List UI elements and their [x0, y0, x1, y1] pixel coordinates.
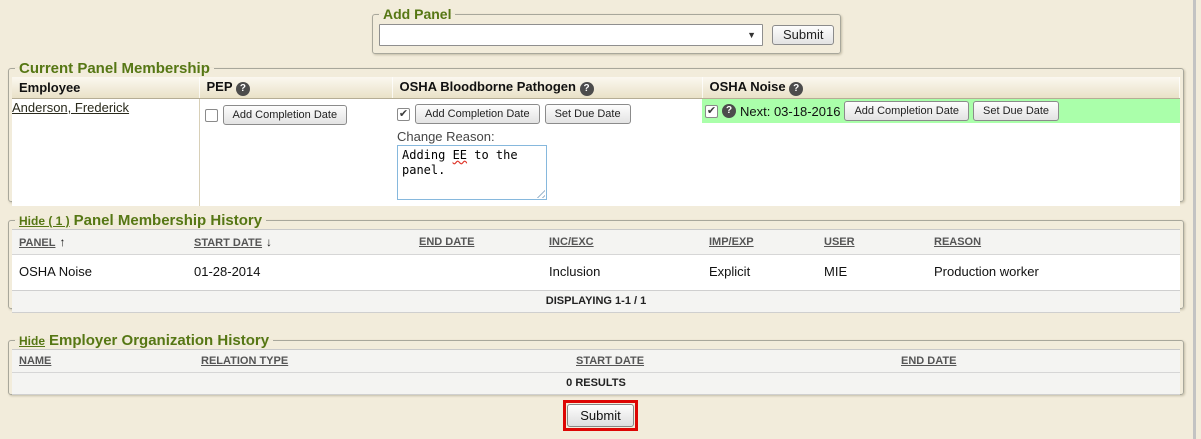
panel-membership-history-section: Hide ( 1 ) Panel Membership History PANEL… [8, 212, 1184, 309]
cell-panel: OSHA Noise [12, 255, 187, 291]
employee-cell: Anderson, Frederick [12, 99, 199, 207]
osha-noise-highlight: ✔ ? Next: 03-18-2016 Add Completion Date… [702, 99, 1180, 123]
hide-employer-history-link[interactable]: Hide [19, 334, 45, 348]
pep-checkbox[interactable] [205, 109, 218, 122]
history-row: OSHA Noise 01-28-2014 Inclusion Explicit… [12, 255, 1180, 291]
panel-membership-history-table: PANEL ↑ START DATE ↓ END DATE INC/EXC IMP/… [12, 229, 1180, 313]
column-header-name: NAME [12, 350, 194, 373]
column-header-start-date: START DATE [569, 350, 894, 373]
sortable-column-link[interactable]: END DATE [901, 355, 956, 367]
column-label: PEP [207, 79, 233, 94]
panel-membership-history-legend: Panel Membership History [74, 212, 262, 229]
action-highlight-annotation: Submit [563, 400, 637, 431]
results-count: 0 RESULTS [12, 373, 1180, 395]
textarea-resize-grip[interactable] [536, 189, 545, 198]
noise-add-completion-date-button[interactable]: Add Completion Date [844, 101, 969, 121]
sort-descending-icon: ↓ [266, 235, 272, 249]
sortable-column-link[interactable]: START DATE [194, 237, 262, 249]
column-header-end-date: END DATE [412, 230, 542, 255]
reason-text: Adding [402, 148, 453, 162]
current-panel-membership-table: Employee PEP ? OSHA Bloodborne Pathogen … [12, 77, 1180, 206]
osha-noise-cell: ✔ ? Next: 03-18-2016 Add Completion Date… [702, 99, 1180, 207]
bloodborne-checkbox[interactable]: ✔ [397, 108, 410, 121]
membership-row: Anderson, Frederick Add Completion Date … [12, 99, 1180, 207]
column-header-relation-type: RELATION TYPE [194, 350, 569, 373]
column-header-start-date: START DATE ↓ [187, 230, 412, 255]
current-panel-membership-section: Current Panel Membership Employee PEP ? … [8, 60, 1184, 202]
cell-start-date: 01-28-2014 [187, 255, 412, 291]
employee-link[interactable]: Anderson, Frederick [12, 100, 129, 115]
help-icon[interactable]: ? [236, 82, 250, 96]
cell-imp-exp: Explicit [702, 255, 817, 291]
cell-reason: Production worker [927, 255, 1180, 291]
add-panel-legend: Add Panel [379, 6, 455, 22]
column-label: OSHA Noise [710, 79, 786, 94]
noise-set-due-date-button[interactable]: Set Due Date [973, 101, 1059, 121]
change-reason-label: Change Reason: [397, 129, 697, 144]
sortable-column-link[interactable]: RELATION TYPE [201, 355, 288, 367]
help-icon[interactable]: ? [789, 82, 803, 96]
scrollbar-track[interactable] [1193, 0, 1196, 439]
column-header-user: USER [817, 230, 927, 255]
add-panel-select[interactable]: ▼ [379, 24, 763, 46]
employer-organization-history-table: NAME RELATION TYPE START DATE END DATE 0… [12, 349, 1180, 395]
sortable-column-link[interactable]: START DATE [576, 355, 644, 367]
current-panel-membership-legend: Current Panel Membership [15, 60, 214, 77]
pep-cell: Add Completion Date [199, 99, 392, 207]
column-header-imp-exp: IMP/EXP [702, 230, 817, 255]
column-label: OSHA Bloodborne Pathogen [400, 79, 576, 94]
column-header-panel: PANEL ↑ [12, 230, 187, 255]
help-icon[interactable]: ? [580, 82, 594, 96]
page: Add Panel ▼ Submit Current Panel Members… [0, 0, 1201, 439]
column-header-inc-exc: INC/EXC [542, 230, 702, 255]
column-header-osha-noise: OSHA Noise ? [702, 77, 1180, 99]
bloodborne-add-completion-date-button[interactable]: Add Completion Date [415, 104, 540, 124]
add-panel-submit-button[interactable]: Submit [772, 25, 834, 45]
sortable-column-link[interactable]: REASON [934, 236, 981, 248]
column-header-osha-bloodborne: OSHA Bloodborne Pathogen ? [392, 77, 702, 99]
add-panel-section: Add Panel ▼ Submit [372, 6, 841, 54]
column-label: Employee [19, 80, 80, 95]
employer-organization-history-legend: Employer Organization History [49, 332, 269, 349]
sort-ascending-icon: ↑ [59, 235, 65, 249]
cell-user: MIE [817, 255, 927, 291]
osha-bloodborne-cell: ✔ Add Completion Date Set Due Date Chang… [392, 99, 702, 207]
noise-next-due-date: Next: 03-18-2016 [740, 104, 840, 119]
pep-add-completion-date-button[interactable]: Add Completion Date [223, 105, 348, 125]
column-header-employee: Employee [12, 77, 199, 99]
column-header-pep: PEP ? [199, 77, 392, 99]
sortable-column-link[interactable]: PANEL [19, 237, 55, 249]
employer-organization-history-section: Hide Employer Organization History NAME R… [8, 332, 1184, 395]
help-icon[interactable]: ? [722, 104, 736, 118]
page-submit-button[interactable]: Submit [567, 404, 633, 427]
sortable-column-link[interactable]: END DATE [419, 236, 474, 248]
column-header-reason: REASON [927, 230, 1180, 255]
sortable-column-link[interactable]: IMP/EXP [709, 236, 754, 248]
column-header-end-date: END DATE [894, 350, 1180, 373]
cell-inc-exc: Inclusion [542, 255, 702, 291]
hide-history-link[interactable]: Hide ( 1 ) [19, 214, 70, 228]
sortable-column-link[interactable]: USER [824, 236, 855, 248]
reason-misspelled-word: EE [453, 148, 467, 162]
bloodborne-set-due-date-button[interactable]: Set Due Date [545, 104, 631, 124]
paging-status: DISPLAYING 1-1 / 1 [12, 291, 1180, 313]
sortable-column-link[interactable]: NAME [19, 355, 51, 367]
chevron-down-icon: ▼ [747, 30, 756, 40]
noise-checkbox[interactable]: ✔ [705, 105, 718, 118]
sortable-column-link[interactable]: INC/EXC [549, 236, 594, 248]
change-reason-textarea[interactable]: Adding EE to the panel. [397, 145, 547, 200]
cell-end-date [412, 255, 542, 291]
